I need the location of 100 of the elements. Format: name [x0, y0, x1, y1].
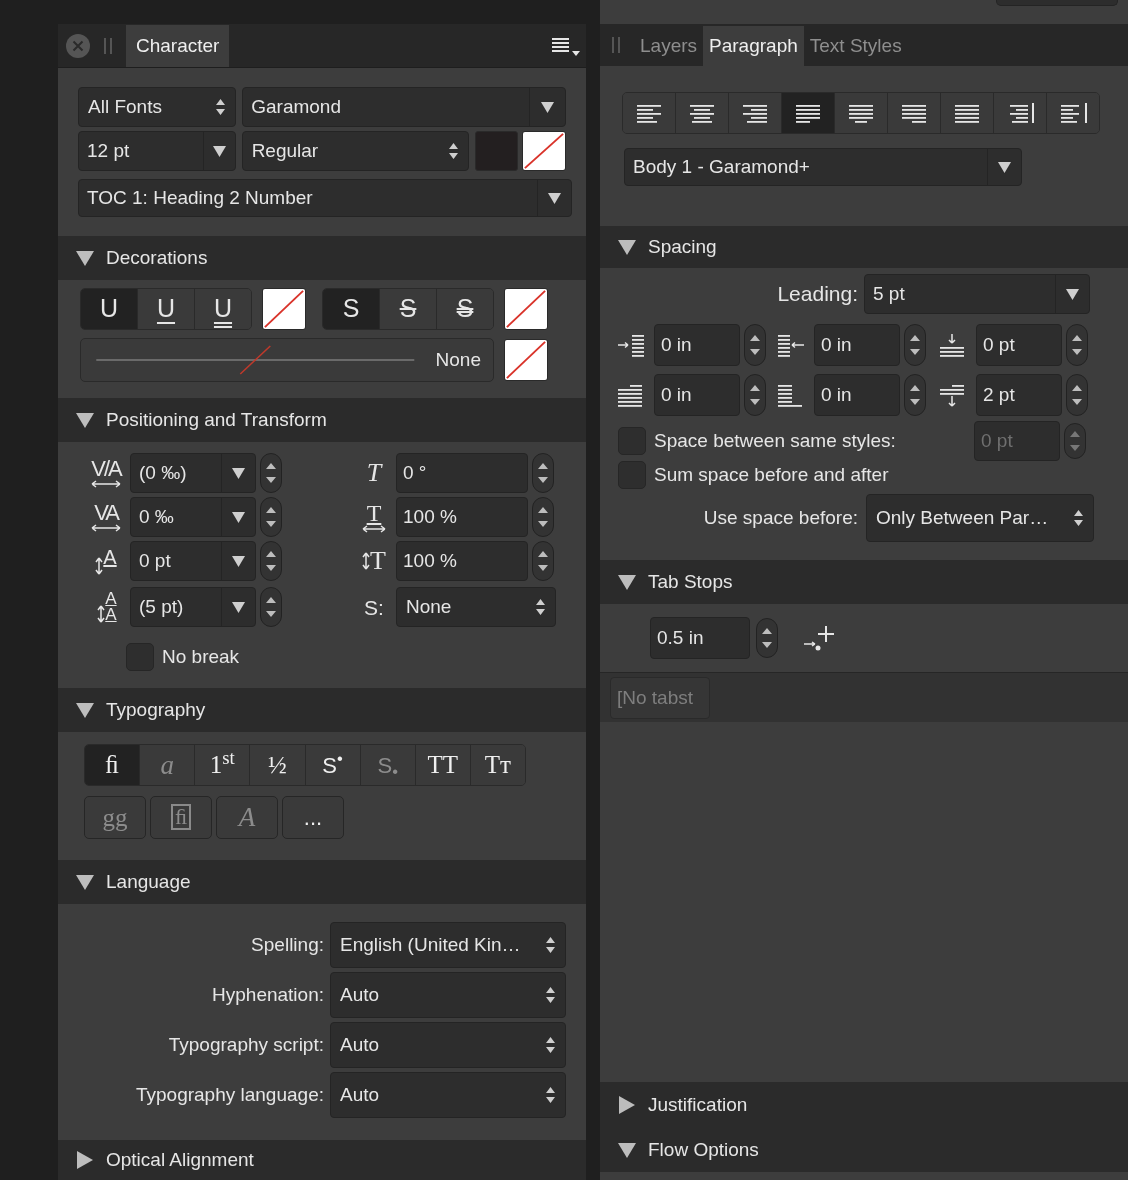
font-family-dropdown[interactable]: Garamond	[242, 87, 566, 127]
stepper[interactable]	[744, 324, 766, 366]
language-select[interactable]: Auto	[330, 1072, 566, 1118]
panel-tab[interactable]: Character	[126, 25, 230, 67]
font-collection-select[interactable]: All Fonts	[78, 87, 237, 127]
caret-icon	[232, 555, 245, 567]
stepper[interactable]	[1066, 324, 1088, 366]
align-icon	[635, 102, 663, 124]
section-header[interactable]: Flow Options	[600, 1128, 1128, 1172]
glyph-option-button[interactable]: ﬁ	[85, 745, 140, 785]
expanded-arrow-icon	[618, 573, 636, 591]
strikethrough-button[interactable]: S	[323, 289, 379, 329]
stepper[interactable]	[904, 324, 926, 366]
section-header[interactable]: Language	[58, 860, 586, 904]
stepper[interactable]	[532, 453, 554, 493]
stepper[interactable]	[1066, 374, 1088, 416]
language-select[interactable]: Auto	[330, 1022, 566, 1068]
value-dropdown[interactable]: 0 ‰	[130, 497, 256, 537]
field-label: Spelling:	[251, 932, 324, 957]
align-icon	[1059, 102, 1087, 124]
updown-icon	[216, 98, 226, 116]
language-select[interactable]: Auto	[330, 972, 566, 1018]
space-before-select[interactable]: Only Between Par…	[866, 494, 1094, 542]
caret-icon	[232, 467, 245, 479]
spacing-field[interactable]: 2 pt	[976, 374, 1062, 416]
panel-tab[interactable]: Layers	[634, 26, 704, 66]
glyph-option-button[interactable]: ...	[282, 796, 344, 839]
align-icon	[688, 102, 716, 124]
language-select[interactable]: English (United Kin…	[330, 922, 566, 968]
value-field[interactable]: 100 %	[396, 497, 528, 537]
updown-icon	[536, 598, 545, 616]
font-style-select[interactable]: Regular	[241, 131, 469, 171]
spacing-field[interactable]: 0 in	[654, 324, 740, 366]
updown-icon	[448, 142, 458, 160]
panel-menu-icon[interactable]	[552, 35, 580, 56]
field-label: Use space before:	[703, 505, 858, 530]
line-color-swatch[interactable]	[504, 339, 548, 381]
align-icon	[794, 102, 822, 124]
font-size-dropdown[interactable]: 12 pt	[78, 131, 236, 171]
stepper[interactable]	[744, 374, 766, 416]
panel-tab[interactable]: Paragraph	[703, 26, 804, 66]
stepper[interactable]	[260, 587, 282, 627]
value-field[interactable]: 100 %	[396, 541, 528, 581]
section-header[interactable]: Justification	[600, 1082, 1128, 1128]
align-icon	[900, 102, 928, 124]
paragraph-style-dropdown[interactable]: Body 1 - Garamond+	[624, 148, 1022, 186]
value-dropdown[interactable]: (0 ‰)	[130, 453, 256, 493]
collapsed-arrow-icon	[76, 1151, 94, 1169]
add-tab-stop-icon[interactable]	[802, 624, 836, 652]
updown-icon	[546, 936, 555, 954]
tab-position-field[interactable]: 0.5 in	[650, 617, 750, 659]
underline-button[interactable]: U	[194, 289, 251, 329]
leading-dropdown[interactable]: 5 pt	[864, 274, 1090, 314]
glyph-option-button[interactable]: Tᴛ	[469, 745, 525, 785]
stepper[interactable]	[260, 497, 282, 537]
caret-icon	[1066, 288, 1079, 300]
strikethrough-color-swatch[interactable]	[504, 288, 548, 330]
stepper[interactable]	[532, 497, 554, 537]
section-header[interactable]: Decorations	[58, 236, 586, 280]
spacing-field[interactable]: 0 pt	[976, 324, 1062, 366]
spacing-field[interactable]: 0 in	[814, 324, 900, 366]
character-style-dropdown[interactable]: TOC 1: Heading 2 Number	[78, 179, 572, 217]
value-dropdown[interactable]: 0 pt	[130, 541, 256, 581]
section-header[interactable]: Typography	[58, 688, 586, 732]
stepper[interactable]	[260, 453, 282, 493]
stepper[interactable]	[904, 374, 926, 416]
section-header[interactable]: Spacing	[600, 226, 1128, 268]
stepper[interactable]	[532, 541, 554, 581]
section-header[interactable]: Optical Alignment	[58, 1140, 586, 1180]
stylistic-set-icon: S:	[364, 596, 384, 618]
line-style-selector[interactable]: None	[80, 338, 494, 382]
grip-icon[interactable]	[104, 37, 112, 54]
expanded-arrow-icon	[76, 701, 94, 719]
caret-icon	[998, 161, 1011, 173]
alignment-button[interactable]	[781, 93, 834, 133]
align-icon	[953, 102, 981, 124]
value-dropdown[interactable]: (5 pt)	[130, 587, 256, 627]
strikethrough-button[interactable]: S	[436, 289, 493, 329]
stylistic-set-select[interactable]: None	[396, 587, 556, 627]
value-field[interactable]: 0 °	[396, 453, 528, 493]
stepper[interactable]	[756, 618, 778, 658]
underline-color-swatch[interactable]	[262, 288, 306, 330]
right-indent-icon	[776, 332, 806, 358]
caret-icon	[232, 601, 245, 613]
spacing-field[interactable]: 0 in	[654, 374, 740, 416]
stepper[interactable]	[260, 541, 282, 581]
section-header[interactable]: Tab Stops	[600, 560, 1128, 604]
updown-icon	[546, 1036, 555, 1054]
field-label: Typography language:	[135, 1082, 324, 1107]
field-label: Hyphenation:	[212, 982, 324, 1007]
caret-icon	[548, 192, 561, 204]
grip-icon[interactable]	[612, 37, 620, 53]
spacing-field[interactable]: 0 in	[814, 374, 900, 416]
background-color-swatch[interactable]	[522, 131, 566, 171]
alignment-button[interactable]	[1046, 93, 1099, 133]
text-color-swatch[interactable]	[474, 131, 518, 171]
underline-button[interactable]: U	[81, 289, 137, 329]
section-header[interactable]: Positioning and Transform	[58, 398, 586, 442]
skew-icon: T	[366, 460, 382, 486]
panel-tab[interactable]: Text Styles	[803, 26, 908, 66]
